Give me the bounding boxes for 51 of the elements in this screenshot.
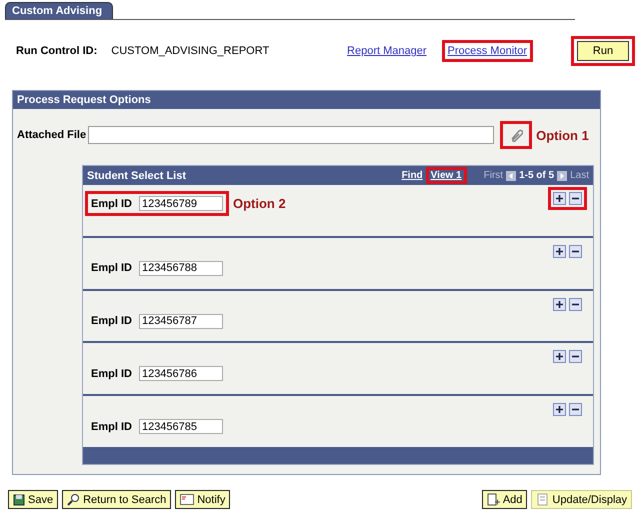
add-row-button[interactable] — [553, 403, 566, 416]
header-link[interactable]: Report Manager — [347, 45, 427, 57]
annotation-label: Option 1 — [536, 128, 589, 142]
toolbar-button[interactable]: Notify — [175, 490, 230, 509]
plus-icon — [555, 194, 564, 203]
empl-id-field[interactable]: 123456787 — [138, 314, 223, 329]
attached-file-label: Attached File — [17, 129, 86, 141]
grid-title: Student Select List — [87, 170, 186, 182]
plus-icon — [555, 352, 564, 362]
document-plus-icon — [486, 493, 500, 506]
delete-row-button[interactable] — [569, 244, 582, 258]
add-row-button[interactable] — [553, 244, 566, 258]
plus-icon — [555, 405, 564, 414]
page-tab[interactable]: Custom Advising — [5, 2, 114, 19]
search-icon — [67, 493, 80, 506]
empl-id-label: Empl ID — [91, 262, 132, 274]
plus-icon — [555, 246, 564, 256]
first-label: First — [484, 170, 504, 181]
empl-id-field[interactable]: 123456788 — [138, 260, 223, 276]
envelope-icon — [180, 494, 194, 505]
empl-id-field[interactable]: 123456785 — [138, 419, 223, 434]
find-link[interactable]: Find — [402, 170, 423, 181]
empl-id-label: Empl ID — [91, 420, 132, 433]
annotation-label: Option 2 — [232, 196, 286, 211]
attached-file-field[interactable] — [88, 126, 494, 144]
empl-id-label: Empl ID — [91, 198, 132, 210]
empl-id-label: Empl ID — [91, 315, 132, 328]
add-row-button[interactable] — [553, 350, 566, 364]
run-control-value: CUSTOM_ADVISING_REPORT — [111, 45, 270, 57]
row-range: 1-5 of 5 — [519, 170, 554, 181]
run-control-label: Run Control ID: — [16, 45, 98, 57]
delete-row-button[interactable] — [569, 298, 582, 311]
view-link[interactable]: View 1 — [430, 170, 462, 181]
panel-title: Process Request Options — [13, 91, 600, 109]
empl-id-label: Empl ID — [91, 368, 132, 380]
add-row-button[interactable] — [553, 192, 566, 205]
last-label: Last — [570, 170, 589, 181]
header-link[interactable]: Process Monitor — [448, 45, 527, 57]
toolbar-button[interactable]: Add — [482, 490, 528, 509]
empl-id-field[interactable]: 123456789 — [138, 196, 223, 211]
run-button[interactable]: Run — [577, 41, 629, 61]
delete-row-button[interactable] — [569, 192, 582, 205]
paperclip-icon[interactable] — [509, 128, 524, 142]
plus-icon — [555, 300, 564, 309]
delete-row-button[interactable] — [569, 403, 582, 416]
delete-row-button[interactable] — [569, 350, 582, 364]
add-row-button[interactable] — [553, 298, 566, 311]
toolbar-button[interactable]: Return to Search — [62, 490, 172, 509]
toolbar-button[interactable]: Save — [8, 490, 58, 509]
document-icon — [536, 493, 550, 506]
empl-id-field[interactable]: 123456786 — [138, 366, 223, 382]
